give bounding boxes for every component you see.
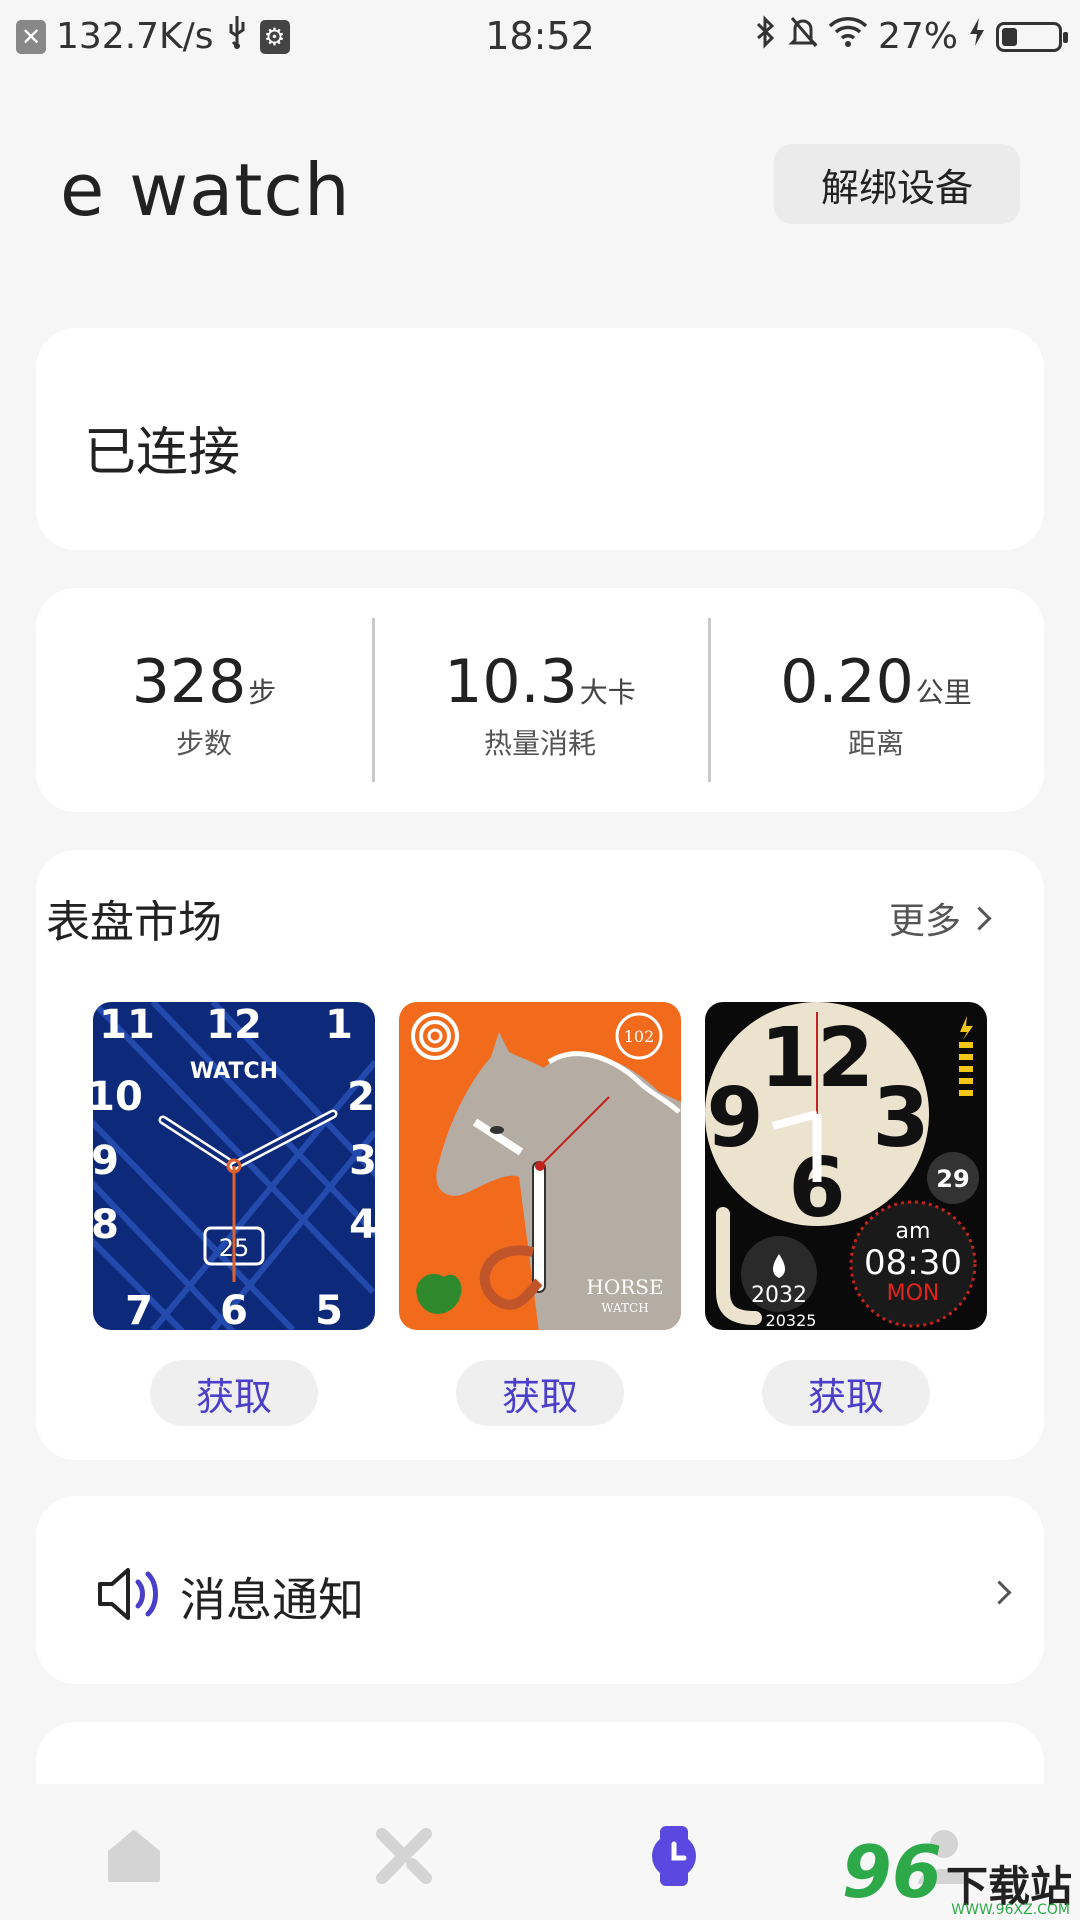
stat-unit: 大卡 [579,676,636,709]
more-label: 更多 [888,901,961,942]
connection-status: 已连接 [84,423,241,483]
get-watchface-button[interactable]: 获取 [762,1360,930,1426]
watchface-blue-analog[interactable]: 11 12 1 WATCH 10 2 9 3 8 4 25 7 6 5 [93,1002,375,1330]
stat-distance: 0.20公里 距离 [708,588,1044,812]
speaker-icon [96,1566,166,1626]
stat-value: 10.3 [444,647,578,717]
face-text: 7 [125,1288,153,1330]
chevron-right-icon [967,905,992,931]
face-text: 8 [93,1202,119,1248]
status-bar: ✕ 132.7K/s ⚙ 18:52 27% [0,0,1080,76]
stat-label: 热量消耗 [483,727,596,760]
face-text: 1 [325,1002,353,1048]
face-text: 12 [206,1002,262,1048]
face-text: 11 [99,1002,155,1048]
face-text: WATCH [601,1301,648,1315]
watch-icon[interactable] [642,1824,706,1888]
sport-icon[interactable] [372,1824,436,1888]
face-text: 5 [315,1288,343,1330]
bell-muted-icon [788,14,818,59]
face-text: MON [887,1281,940,1306]
stat-label: 距离 [847,727,904,760]
face-text: 3 [349,1138,375,1184]
watermark-url: WWW.96XZ.COM [951,1902,1070,1918]
get-watchface-button[interactable]: 获取 [456,1360,624,1426]
connection-card: 已连接 [36,328,1044,550]
chevron-right-icon [987,1580,1012,1605]
stats-card: 328步 步数 10.3大卡 热量消耗 0.20公里 距离 [36,588,1044,812]
battery-percent: 27% [877,16,958,57]
notification-label: 消息通知 [180,1573,364,1627]
market-title: 表盘市场 [46,897,222,948]
wifi-icon [828,16,868,57]
face-text: 6 [220,1288,248,1330]
page-title: e watch [60,148,351,232]
stat-steps: 328步 步数 [36,588,372,812]
face-text: 29 [936,1165,969,1193]
face-text: 4 [349,1202,375,1248]
stat-label: 步数 [175,727,232,760]
face-text: 10 [93,1074,143,1120]
face-text: 2032 [751,1283,807,1308]
battery-icon [996,21,1068,52]
face-text: 102 [624,1027,655,1046]
stat-calories: 10.3大卡 热量消耗 [372,588,708,812]
get-watchface-button[interactable]: 获取 [150,1360,318,1426]
stat-unit: 步 [248,676,277,709]
face-text: 3 [872,1071,929,1166]
face-text: 9 [706,1071,763,1166]
face-text: am [896,1219,931,1244]
face-text: 9 [93,1138,119,1184]
face-text: 08:30 [864,1243,962,1283]
face-text: 20325 [766,1311,817,1330]
unbind-device-button[interactable]: 解绑设备 [774,144,1020,224]
watchface-big-numeral[interactable]: 12 9 3 6 29 am 08:30 MON 2032 20325 [705,1002,987,1330]
stat-unit: 公里 [915,676,972,709]
charging-icon [968,16,986,57]
face-text: 2 [347,1074,375,1120]
stat-value: 328 [131,647,247,717]
home-icon[interactable] [102,1824,166,1888]
watermark-number: 96 [841,1830,942,1914]
stat-value: 0.20 [780,647,914,717]
face-text: WATCH [190,1059,278,1084]
bluetooth-icon [754,14,778,59]
more-link[interactable]: 更多 [888,892,992,944]
watchface-horse[interactable]: 102 HORSE WATCH [399,1002,681,1330]
face-text: HORSE [586,1275,663,1299]
